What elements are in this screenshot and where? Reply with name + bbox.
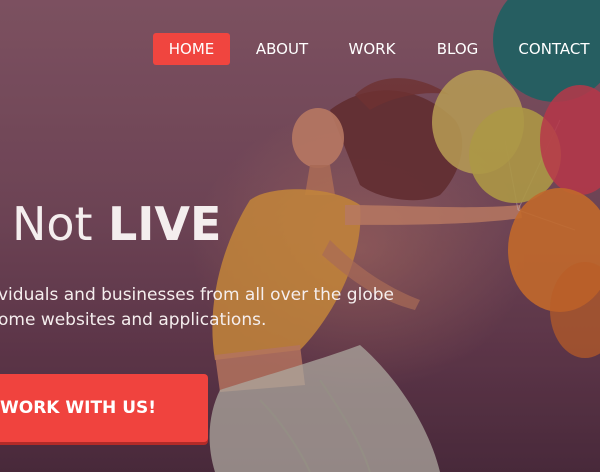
headline-live: LIVE <box>108 197 222 251</box>
nav-item-work[interactable]: WORK <box>342 33 402 65</box>
main-navigation: HOME ABOUT WORK BLOG CONTACT <box>0 33 600 65</box>
nav-item-about[interactable]: ABOUT <box>248 33 316 65</box>
headline-not: Not <box>12 197 93 251</box>
hero-subtext-line-2: ome websites and applications. <box>0 310 267 330</box>
work-with-us-button[interactable]: WORK WITH US! <box>0 374 208 442</box>
work-with-us-label: WORK WITH US! <box>0 398 157 418</box>
hero-subtext-line-1: viduals and businesses from all over the… <box>0 285 394 305</box>
nav-item-home[interactable]: HOME <box>153 33 230 65</box>
nav-item-contact[interactable]: CONTACT <box>512 33 596 65</box>
nav-item-blog[interactable]: BLOG <box>430 33 485 65</box>
